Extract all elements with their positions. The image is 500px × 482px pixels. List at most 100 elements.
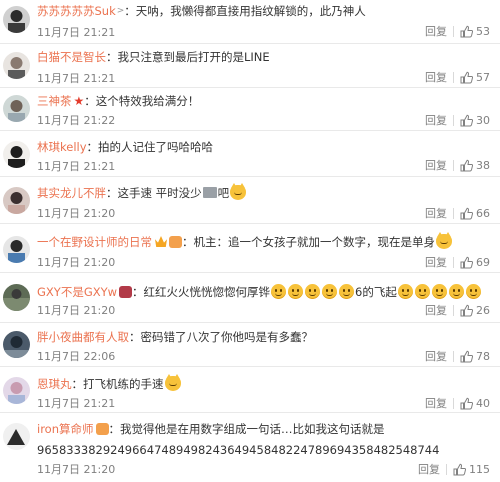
comment-text: 这个特效我给满分！ (95, 94, 200, 108)
comment-text: 红红火火恍恍惚惚何厚铧 (143, 284, 271, 299)
like-count: 30 (476, 114, 490, 127)
comment-row: 其实龙儿不胖：这手速 平时没少吧 11月7日 21:20 回复 66 (0, 177, 500, 224)
comment-row: 三神茶 ★：这个特效我给满分！ 11月7日 21:22 回复 30 (0, 88, 500, 131)
divider (453, 26, 454, 37)
separator: ： (124, 4, 136, 18)
thumbs-up-icon[interactable] (460, 397, 473, 410)
cat-emoji-icon (436, 232, 452, 249)
like-count: 40 (476, 397, 490, 410)
reply-button[interactable]: 回复 (425, 159, 447, 172)
thumbs-up-icon[interactable] (460, 71, 473, 84)
divider (446, 464, 447, 475)
comment-text: 我只注意到最后打开的是LINE (117, 50, 270, 64)
like-count: 57 (476, 71, 490, 84)
avatar[interactable] (3, 52, 30, 79)
avatar[interactable] (3, 6, 30, 33)
like-count: 53 (476, 25, 490, 38)
thumbs-up-icon[interactable] (460, 207, 473, 220)
username[interactable]: 一个在野设计师的日常 (37, 235, 152, 249)
timestamp: 11月7日 21:22 (37, 114, 116, 127)
laughing-emoji-icon (414, 284, 430, 299)
comment-row: 林琪kelly：拍的人记住了吗哈哈哈 11月7日 21:21 回复 38 (0, 131, 500, 177)
comment-text: 我觉得他是在用数字组成一句话…比如我这句话就是 (120, 422, 385, 436)
laughing-emoji-icon (465, 284, 481, 299)
username[interactable]: 苏苏苏苏苏Suk (37, 4, 116, 18)
laughing-emoji-icon (397, 284, 413, 299)
comment-text: 吧 (217, 185, 230, 200)
level-badge-icon (95, 423, 109, 435)
vip-crown-icon (155, 236, 167, 247)
username[interactable]: GXY不是GXYw (37, 285, 117, 299)
thumbs-up-icon[interactable] (460, 25, 473, 38)
reply-button[interactable]: 回复 (425, 114, 447, 127)
avatar[interactable] (3, 236, 30, 263)
avatar[interactable] (3, 187, 30, 214)
thumbs-up-icon[interactable] (460, 114, 473, 127)
reply-button[interactable]: 回复 (425, 207, 447, 220)
like-count: 66 (476, 207, 490, 220)
like-count: 115 (469, 463, 490, 476)
reply-button[interactable]: 回复 (425, 25, 447, 38)
comment-text-continued: 9658333829249664748949824364945848224789… (37, 443, 440, 457)
timestamp: 11月7日 21:20 (37, 207, 116, 220)
comment-row: iron算命师 ：我觉得他是在用数字组成一句话…比如我这句话就是 96583338… (0, 413, 500, 482)
separator: ： (71, 376, 84, 391)
username[interactable]: 三神茶 (37, 94, 72, 108)
like-count: 69 (476, 256, 490, 269)
censored-block (202, 187, 217, 198)
thumbs-up-icon[interactable] (460, 256, 473, 269)
avatar[interactable] (3, 284, 30, 311)
laughing-emoji-icon (431, 284, 447, 299)
reply-button[interactable]: 回复 (418, 463, 440, 476)
username[interactable]: iron算命师 (37, 422, 94, 436)
divider (453, 351, 454, 362)
comment-row: 恩琪丸：打飞机练的手速 11月7日 21:21 回复 40 (0, 367, 500, 413)
timestamp: 11月7日 21:21 (37, 160, 116, 173)
username[interactable]: 白猫不是智长 (37, 50, 106, 64)
laughing-emoji-icon (339, 284, 355, 299)
avatar[interactable] (3, 423, 30, 450)
thumbs-up-icon[interactable] (460, 350, 473, 363)
thumbs-up-icon[interactable] (460, 159, 473, 172)
timestamp: 11月7日 21:21 (37, 397, 116, 410)
separator: ： (106, 50, 118, 64)
reply-button[interactable]: 回复 (425, 397, 447, 410)
comment-text: 这手速 平时没少 (117, 185, 202, 200)
comment-text: 密码错了八次了你他吗是有多蠢？ (140, 330, 314, 344)
username[interactable]: 林琪kelly (37, 140, 87, 154)
avatar[interactable] (3, 95, 30, 122)
comment-text: 拍的人记住了吗哈哈哈 (98, 140, 214, 154)
comment-row: 一个在野设计师的日常 ：机主：追一个女孩子就加一个数字，现在是单身 11月7日 2… (0, 224, 500, 273)
comment-text: 机主：追一个女孩子就加一个数字，现在是单身 (193, 234, 436, 249)
username[interactable]: 恩琪丸 (37, 377, 72, 391)
like-count: 38 (476, 159, 490, 172)
medal-icon (119, 285, 133, 298)
separator: ： (86, 140, 99, 154)
separator: ： (84, 94, 96, 108)
laughing-emoji-icon (322, 284, 338, 299)
reply-button[interactable]: 回复 (425, 71, 447, 84)
separator: ： (132, 284, 144, 299)
divider (453, 160, 454, 171)
divider (453, 72, 454, 83)
avatar[interactable] (3, 141, 30, 168)
username[interactable]: 胖小夜曲都有人取 (37, 330, 129, 344)
avatar[interactable] (3, 377, 30, 404)
avatar[interactable] (3, 331, 30, 358)
divider (453, 305, 454, 316)
reply-button[interactable]: 回复 (425, 304, 447, 317)
comment-row: GXY不是GXYw ：红红火火恍恍惚惚何厚铧 6的飞起 11月7日 21:20 回复… (0, 273, 500, 323)
comment-text: 6的飞起 (355, 284, 397, 299)
thumbs-up-icon[interactable] (453, 463, 466, 476)
username[interactable]: 其实龙儿不胖 (37, 186, 106, 200)
thumbs-up-icon[interactable] (460, 304, 473, 317)
comment-row: 白猫不是智长：我只注意到最后打开的是LINE 11月7日 21:21 回复 57 (0, 44, 500, 88)
comment-row: 苏苏苏苏苏Suk >：天呐，我懒得都直接用指纹解锁的，此乃神人 11月7日 21:… (0, 0, 500, 44)
reply-button[interactable]: 回复 (425, 256, 447, 269)
divider (453, 115, 454, 126)
reply-button[interactable]: 回复 (425, 350, 447, 363)
timestamp: 11月7日 21:21 (37, 26, 116, 39)
laughing-emoji-icon (305, 284, 321, 299)
star-icon: ★ (73, 94, 85, 108)
comment-text: 打飞机练的手速 (83, 376, 164, 391)
